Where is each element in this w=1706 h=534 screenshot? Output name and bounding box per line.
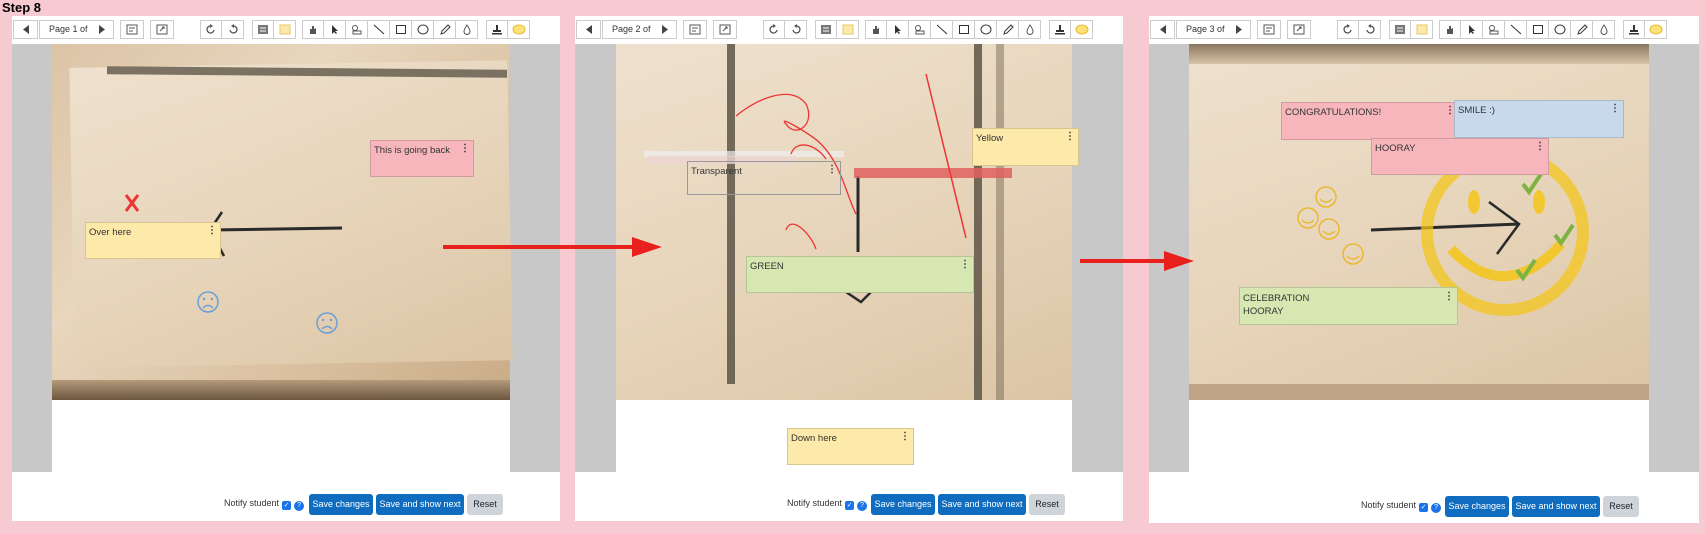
right-arrow-icon bbox=[1080, 251, 1194, 271]
transition-arrows bbox=[443, 237, 1194, 271]
right-arrow-icon bbox=[443, 237, 662, 257]
